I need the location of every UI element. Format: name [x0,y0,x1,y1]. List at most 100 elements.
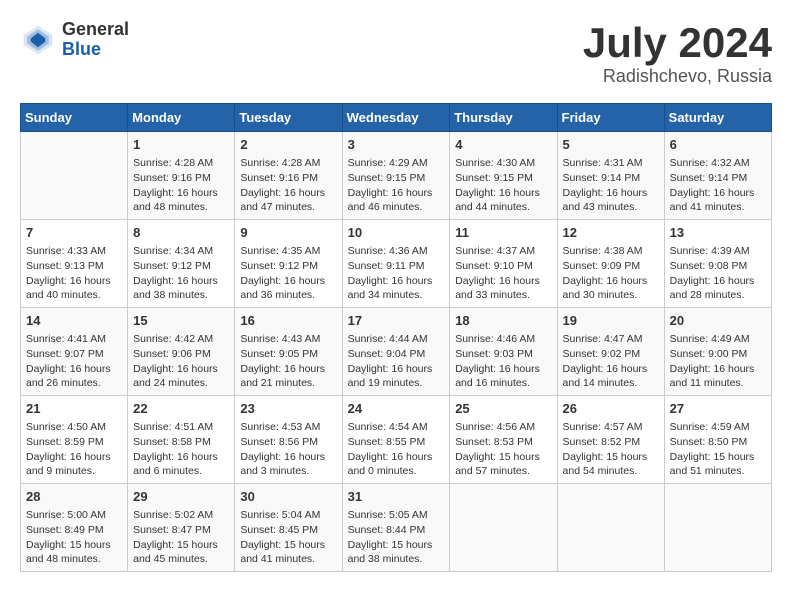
calendar-cell: 1Sunrise: 4:28 AM Sunset: 9:16 PM Daylig… [128,132,235,220]
column-header-friday: Friday [557,104,664,132]
calendar-cell [450,483,557,571]
logo-blue-text: Blue [62,40,129,60]
day-number: 21 [26,400,122,418]
calendar-cell: 30 Sunrise: 5:04 AM Sunset: 8:45 PM Dayli… [235,483,342,571]
day-info: Sunrise: 4:32 AM Sunset: 9:14 PM Dayligh… [670,156,766,215]
calendar-cell: 26 Sunrise: 4:57 AM Sunset: 8:52 PM Dayli… [557,396,664,484]
calendar-cell: 14 Sunrise: 4:41 AM Sunset: 9:07 PM Dayli… [21,308,128,396]
day-number: 4 [455,136,551,154]
calendar-cell: 20 Sunrise: 4:49 AM Sunset: 9:00 PM Dayli… [664,308,771,396]
calendar-cell: 21Sunrise: 4:50 AM Sunset: 8:59 PM Dayli… [21,396,128,484]
day-info: Sunrise: 4:59 AM Sunset: 8:50 PM Dayligh… [670,420,766,479]
day-number: 9 [240,224,336,242]
day-info: Sunrise: 4:31 AM Sunset: 9:14 PM Dayligh… [563,156,659,215]
logo-general-text: General [62,20,129,40]
logo-text: General Blue [62,20,129,60]
day-number: 13 [670,224,766,242]
day-info: Sunrise: 4:33 AM Sunset: 9:13 PM Dayligh… [26,244,122,303]
day-info: Sunrise: 4:34 AM Sunset: 9:12 PM Dayligh… [133,244,229,303]
column-header-thursday: Thursday [450,104,557,132]
logo-icon [20,22,56,58]
calendar-title: July 2024 [583,20,772,66]
day-number: 12 [563,224,659,242]
day-number: 31 [348,488,445,506]
calendar-cell: 22 Sunrise: 4:51 AM Sunset: 8:58 PM Dayli… [128,396,235,484]
day-info: Sunrise: 4:51 AM Sunset: 8:58 PM Dayligh… [133,420,229,479]
calendar-cell: 19Sunrise: 4:47 AM Sunset: 9:02 PM Dayli… [557,308,664,396]
calendar-cell: 4 Sunrise: 4:30 AM Sunset: 9:15 PM Daylig… [450,132,557,220]
day-number: 15 [133,312,229,330]
day-number: 19 [563,312,659,330]
day-number: 22 [133,400,229,418]
day-info: Sunrise: 4:28 AM Sunset: 9:16 PM Dayligh… [240,156,336,215]
calendar-cell: 28 Sunrise: 5:00 AM Sunset: 8:49 PM Dayli… [21,483,128,571]
calendar-header-row: SundayMondayTuesdayWednesdayThursdayFrid… [21,104,772,132]
day-number: 20 [670,312,766,330]
day-number: 24 [348,400,445,418]
day-number: 11 [455,224,551,242]
calendar-cell: 16 Sunrise: 4:43 AM Sunset: 9:05 PM Dayli… [235,308,342,396]
day-info: Sunrise: 4:46 AM Sunset: 9:03 PM Dayligh… [455,332,551,391]
calendar-cell: 13 Sunrise: 4:39 AM Sunset: 9:08 PM Dayli… [664,220,771,308]
day-info: Sunrise: 5:05 AM Sunset: 8:44 PM Dayligh… [348,508,445,567]
day-info: Sunrise: 4:30 AM Sunset: 9:15 PM Dayligh… [455,156,551,215]
day-info: Sunrise: 4:56 AM Sunset: 8:53 PM Dayligh… [455,420,551,479]
day-info: Sunrise: 4:39 AM Sunset: 9:08 PM Dayligh… [670,244,766,303]
calendar-cell: 24 Sunrise: 4:54 AM Sunset: 8:55 PM Dayli… [342,396,450,484]
calendar-cell: 6 Sunrise: 4:32 AM Sunset: 9:14 PM Daylig… [664,132,771,220]
day-info: Sunrise: 5:04 AM Sunset: 8:45 PM Dayligh… [240,508,336,567]
calendar-cell [557,483,664,571]
day-number: 28 [26,488,122,506]
calendar-cell: 15 Sunrise: 4:42 AM Sunset: 9:06 PM Dayli… [128,308,235,396]
calendar-cell: 2Sunrise: 4:28 AM Sunset: 9:16 PM Daylig… [235,132,342,220]
calendar-cell: 11 Sunrise: 4:37 AM Sunset: 9:10 PM Dayli… [450,220,557,308]
calendar-cell: 27 Sunrise: 4:59 AM Sunset: 8:50 PM Dayli… [664,396,771,484]
calendar-cell: 3Sunrise: 4:29 AM Sunset: 9:15 PM Daylig… [342,132,450,220]
day-info: Sunrise: 4:44 AM Sunset: 9:04 PM Dayligh… [348,332,445,391]
column-header-wednesday: Wednesday [342,104,450,132]
day-info: Sunrise: 4:42 AM Sunset: 9:06 PM Dayligh… [133,332,229,391]
day-info: Sunrise: 4:37 AM Sunset: 9:10 PM Dayligh… [455,244,551,303]
day-number: 27 [670,400,766,418]
calendar-table: SundayMondayTuesdayWednesdayThursdayFrid… [20,103,772,572]
calendar-cell: 12Sunrise: 4:38 AM Sunset: 9:09 PM Dayli… [557,220,664,308]
day-number: 30 [240,488,336,506]
calendar-cell [664,483,771,571]
day-number: 16 [240,312,336,330]
day-number: 6 [670,136,766,154]
column-header-sunday: Sunday [21,104,128,132]
day-info: Sunrise: 5:02 AM Sunset: 8:47 PM Dayligh… [133,508,229,567]
day-info: Sunrise: 4:54 AM Sunset: 8:55 PM Dayligh… [348,420,445,479]
day-number: 10 [348,224,445,242]
calendar-cell: 29 Sunrise: 5:02 AM Sunset: 8:47 PM Dayli… [128,483,235,571]
calendar-week-row: 7Sunrise: 4:33 AM Sunset: 9:13 PM Daylig… [21,220,772,308]
day-info: Sunrise: 4:43 AM Sunset: 9:05 PM Dayligh… [240,332,336,391]
day-info: Sunrise: 4:35 AM Sunset: 9:12 PM Dayligh… [240,244,336,303]
day-number: 14 [26,312,122,330]
calendar-cell: 17 Sunrise: 4:44 AM Sunset: 9:04 PM Dayli… [342,308,450,396]
calendar-location: Radishchevo, Russia [583,66,772,87]
day-info: Sunrise: 4:28 AM Sunset: 9:16 PM Dayligh… [133,156,229,215]
day-number: 17 [348,312,445,330]
calendar-cell: 31 Sunrise: 5:05 AM Sunset: 8:44 PM Dayli… [342,483,450,571]
day-number: 23 [240,400,336,418]
day-info: Sunrise: 4:49 AM Sunset: 9:00 PM Dayligh… [670,332,766,391]
calendar-cell: 9 Sunrise: 4:35 AM Sunset: 9:12 PM Daylig… [235,220,342,308]
day-number: 25 [455,400,551,418]
calendar-cell: 5Sunrise: 4:31 AM Sunset: 9:14 PM Daylig… [557,132,664,220]
day-number: 29 [133,488,229,506]
column-header-monday: Monday [128,104,235,132]
day-info: Sunrise: 4:41 AM Sunset: 9:07 PM Dayligh… [26,332,122,391]
day-info: Sunrise: 4:53 AM Sunset: 8:56 PM Dayligh… [240,420,336,479]
day-info: Sunrise: 4:36 AM Sunset: 9:11 PM Dayligh… [348,244,445,303]
logo: General Blue [20,20,129,60]
day-number: 26 [563,400,659,418]
day-info: Sunrise: 5:00 AM Sunset: 8:49 PM Dayligh… [26,508,122,567]
day-info: Sunrise: 4:57 AM Sunset: 8:52 PM Dayligh… [563,420,659,479]
calendar-cell [21,132,128,220]
column-header-tuesday: Tuesday [235,104,342,132]
calendar-cell: 25 Sunrise: 4:56 AM Sunset: 8:53 PM Dayli… [450,396,557,484]
calendar-cell: 8Sunrise: 4:34 AM Sunset: 9:12 PM Daylig… [128,220,235,308]
title-block: July 2024 Radishchevo, Russia [583,20,772,87]
calendar-cell: 18Sunrise: 4:46 AM Sunset: 9:03 PM Dayli… [450,308,557,396]
